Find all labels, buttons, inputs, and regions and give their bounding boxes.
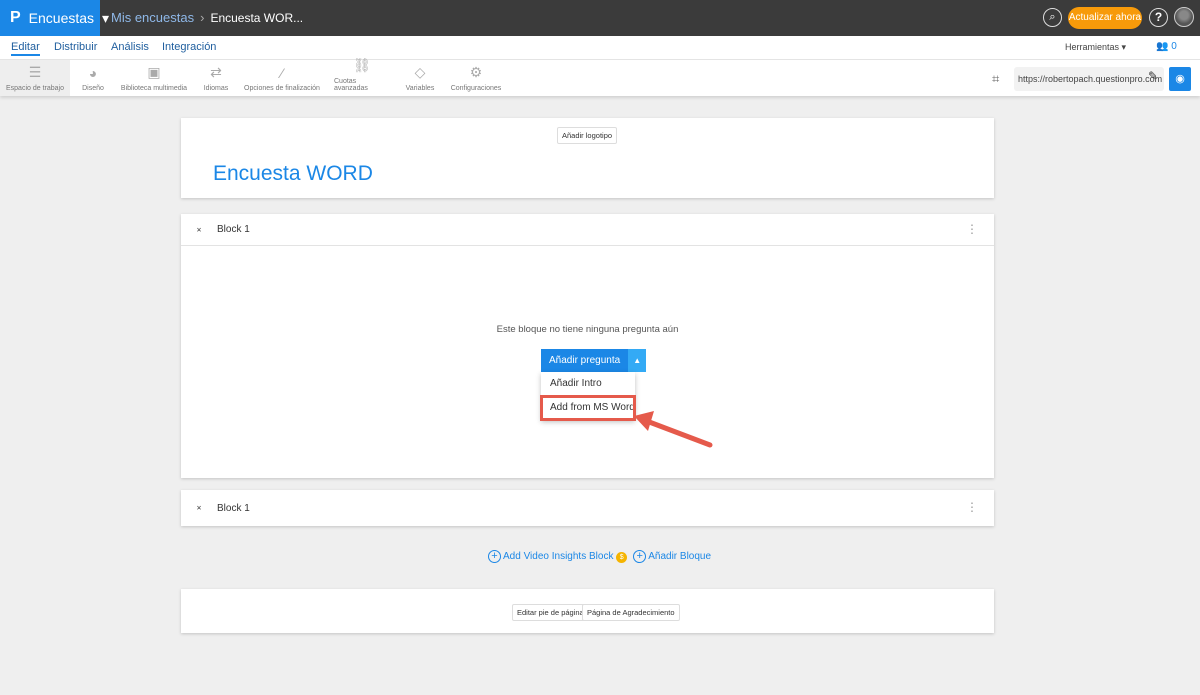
logo: P — [10, 9, 21, 26]
survey-header-card: Añadir logotipo Encuesta WORD — [181, 118, 994, 198]
edit-footer-button[interactable]: Editar pie de página — [512, 604, 589, 621]
chevron-right-icon: › — [200, 10, 205, 25]
list-icon: ☰ — [28, 64, 42, 80]
qr-code-icon[interactable]: ⌗ — [992, 71, 999, 87]
preview-eye-button[interactable]: ◉ — [1169, 67, 1191, 91]
label: Diseño — [82, 85, 104, 92]
add-video-insights-link[interactable]: + Add Video Insights Block $ — [488, 550, 628, 563]
toolbar-media[interactable]: ▣ Biblioteca multimedia — [118, 60, 190, 96]
footer-card: Editar pie de página Página de Agradecim… — [181, 589, 994, 633]
plus-circle-icon: + — [633, 550, 647, 563]
tab-analisis[interactable]: Análisis — [111, 41, 149, 53]
top-bar: P Encuestas ▾ Mis encuestas › Encuesta WOR..… — [0, 0, 1200, 36]
block-header: ⌄ ⌃ Block 1 — [181, 214, 994, 246]
label: Espacio de trabajo — [6, 85, 64, 92]
label: Cuotas avanzadas — [334, 78, 368, 92]
gear-icon: ⚙ — [469, 64, 483, 80]
toolbar-settings[interactable]: ⚙ Configuraciones — [450, 60, 502, 96]
product-name: Encuestas — [28, 10, 95, 26]
breadcrumb-current: Encuesta WOR... — [210, 11, 304, 25]
label: Variables — [405, 85, 435, 92]
users-count: 0 — [1171, 41, 1177, 52]
coin-icon: $ — [616, 552, 628, 563]
label: Opciones de finalización — [244, 85, 320, 92]
toolbar-workspace[interactable]: ☰ Espacio de trabajo — [0, 60, 70, 96]
link-icon: ⛓ — [353, 57, 371, 73]
toolbar-variables[interactable]: ◇ Variables — [404, 60, 436, 96]
annotation-arrow — [634, 411, 713, 448]
block-name: Block 1 — [217, 502, 250, 514]
toolbar-finish-options[interactable]: ⁄ Opciones de finalización — [244, 60, 320, 96]
menu-item-add-from-ms-word[interactable]: Add from MS Word — [540, 395, 636, 421]
add-block-link[interactable]: + Añadir Bloque — [633, 550, 711, 563]
more-vertical-icon[interactable]: ⋮ — [966, 500, 978, 514]
block-name: Block 1 — [217, 224, 250, 235]
upgrade-button[interactable]: Actualizar ahora — [1068, 7, 1142, 29]
block-card: ⌄ ⌃ Block 1 ⋮ — [181, 490, 994, 526]
block-card: ⌄ ⌃ Block 1 ⋮ Este bloque no tiene ninguna… — [181, 214, 994, 478]
add-question-menu: Añadir Intro Add from MS Word — [540, 372, 636, 421]
plus-circle-icon: + — [488, 550, 501, 563]
edit-url-pencil-icon[interactable]: ✎ — [1148, 69, 1158, 83]
tab-integracion[interactable]: Integración — [162, 41, 216, 53]
add-links: + Add Video Insights Block $ + Añadir Bloq… — [488, 550, 711, 563]
toolbar-design[interactable]: ◕ Diseño — [76, 60, 110, 96]
more-vertical-icon[interactable]: ⋮ — [966, 222, 978, 236]
label: Biblioteca multimedia — [120, 85, 188, 92]
caret-up-icon[interactable]: ▲ — [628, 349, 647, 372]
breadcrumb-root[interactable]: Mis encuestas — [111, 10, 194, 25]
tools-dropdown[interactable]: Herramientas ▾ — [1065, 42, 1126, 53]
label: Añadir Bloque — [648, 551, 712, 562]
label: Configuraciones — [450, 85, 502, 92]
menu-item-add-intro[interactable]: Añadir Intro — [541, 372, 635, 396]
empty-block-message: Este bloque no tiene ninguna pregunta aú… — [496, 324, 679, 335]
product-switcher[interactable]: P Encuestas ▾ — [0, 0, 109, 36]
survey-url-field[interactable]: https://robertopach.questionpro.com — [1014, 67, 1164, 91]
tab-editar[interactable]: Editar — [11, 41, 40, 56]
survey-title[interactable]: Encuesta WORD — [213, 162, 373, 186]
block-header: ⌄ ⌃ Block 1 — [181, 490, 994, 526]
add-logo-button[interactable]: Añadir logotipo — [557, 127, 618, 144]
magic-wand-icon: ⁄ — [280, 65, 284, 81]
toolbar-quotas[interactable]: ⛓ Cuotas avanzadas — [334, 57, 390, 96]
label: Idiomas — [203, 85, 229, 92]
caret-down-icon: ▾ — [102, 9, 110, 26]
tab-distribuir[interactable]: Distribuir — [54, 41, 97, 53]
add-question-button[interactable]: Añadir pregunta — [541, 349, 629, 372]
help-button[interactable]: ? — [1149, 8, 1168, 27]
palette-icon: ◕ — [88, 65, 98, 81]
add-question-split-button: Añadir pregunta ▲ — [541, 349, 647, 372]
collaborators[interactable]: 👥 0 — [1156, 41, 1177, 52]
tools-label: Herramientas — [1065, 42, 1120, 52]
search-icon[interactable]: ⌕ — [1043, 8, 1062, 27]
image-icon: ▣ — [147, 64, 161, 80]
translate-icon: ⇄ — [210, 64, 222, 80]
toolbar-languages[interactable]: ⇄ Idiomas — [200, 60, 232, 96]
tag-icon: ◇ — [414, 64, 426, 80]
breadcrumb: Mis encuestas › Encuesta WOR... — [111, 10, 303, 25]
avatar[interactable] — [1174, 7, 1194, 27]
collapse-chevron-icon[interactable]: ⌄ ⌃ — [181, 501, 217, 516]
label: Add Video Insights Block — [503, 551, 614, 562]
users-icon: 👥 — [1156, 41, 1169, 52]
collapse-chevron-icon[interactable]: ⌄ ⌃ — [181, 222, 217, 237]
main-nav: Editar Distribuir Análisis Integración H… — [0, 36, 1200, 60]
thank-you-page-button[interactable]: Página de Agradecimiento — [582, 604, 680, 621]
